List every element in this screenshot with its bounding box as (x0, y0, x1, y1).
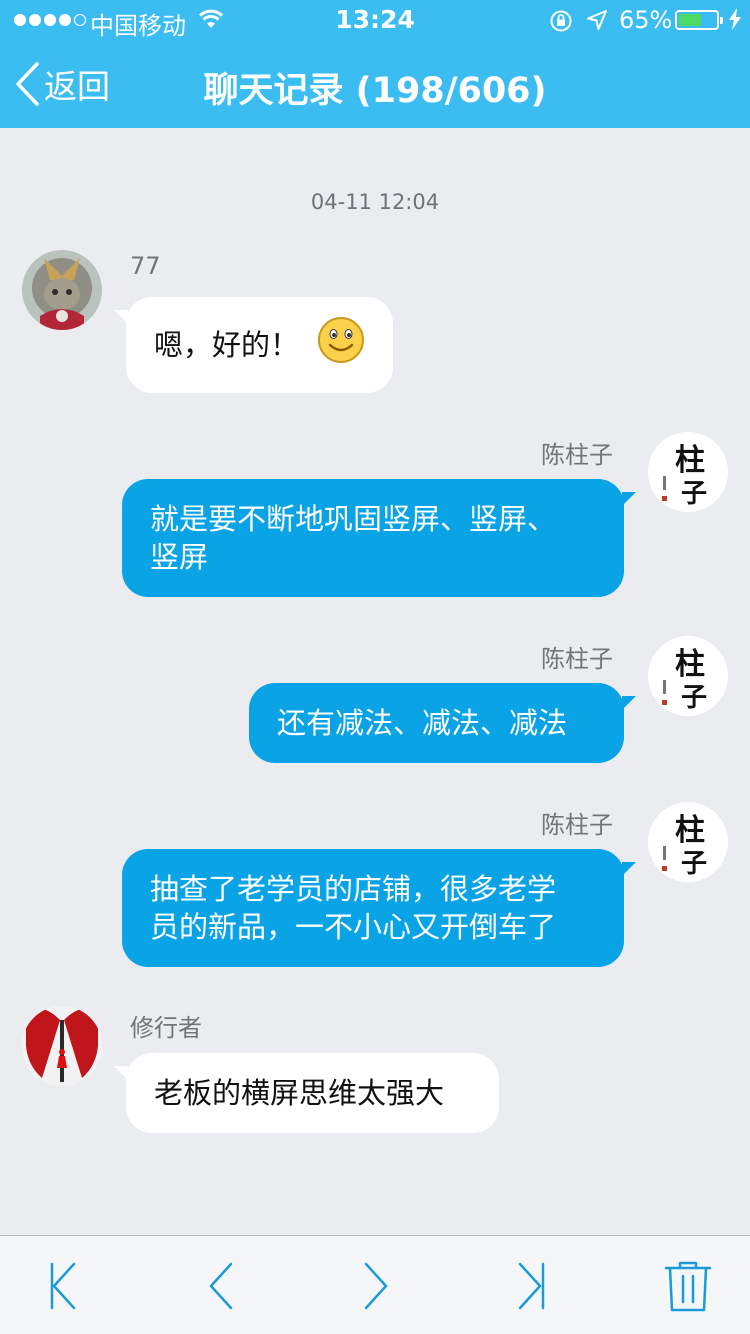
message-bubble[interactable]: 还有减法、减法、减法 (249, 683, 624, 763)
svg-text:柱: 柱 (675, 813, 705, 848)
location-arrow-icon (587, 10, 607, 30)
bubble-tail (622, 492, 636, 506)
prev-page-icon (209, 1262, 233, 1310)
first-page-icon (50, 1262, 76, 1310)
battery-percentage: 65% (619, 6, 673, 34)
delete-button[interactable] (658, 1260, 718, 1312)
bubble-tail (622, 696, 636, 710)
sender-name: 77 (130, 252, 161, 280)
svg-text:子: 子 (681, 479, 707, 509)
sender-name: 陈柱子 (541, 441, 613, 469)
nav-header: 中国移动 13:24 65% 返回 聊天记录 (198/606) (0, 0, 750, 128)
svg-text:子: 子 (681, 849, 707, 879)
rotation-lock-icon (550, 10, 572, 32)
message-bubble[interactable]: 老板的横屏思维太强大 (126, 1053, 499, 1133)
message-text-line: 就是要不断地巩固竖屏、竖屏、 (150, 502, 557, 536)
smile-emoji-icon (318, 317, 364, 363)
message-bubble[interactable]: 嗯，好的！ (126, 297, 393, 393)
trash-icon (664, 1261, 712, 1312)
bubble-tail (622, 862, 636, 876)
sender-name: 陈柱子 (541, 645, 613, 673)
message-bubble[interactable]: 就是要不断地巩固竖屏、竖屏、 竖屏 (122, 479, 624, 597)
page-title: 聊天记录 (198/606) (203, 71, 547, 111)
message-timestamp: 04-11 12:04 (310, 190, 440, 214)
charging-bolt-icon (729, 8, 741, 30)
prev-page-button[interactable] (194, 1260, 254, 1312)
avatar-chenzhuzi[interactable]: 柱 子 (648, 636, 728, 716)
avatar-chenzhuzi[interactable]: 柱 子 (648, 432, 728, 512)
sender-name: 修行者 (130, 1014, 202, 1042)
message-text: 嗯，好的！ (154, 328, 300, 362)
svg-text:柱: 柱 (675, 443, 705, 478)
message-text-line: 员的新品，一不小心又开倒车了 (150, 910, 557, 944)
next-page-icon (364, 1262, 388, 1310)
message-text: 还有减法、减法、减法 (277, 706, 568, 740)
battery-icon (675, 10, 723, 30)
svg-text:子: 子 (681, 683, 707, 713)
avatar-77[interactable] (22, 250, 102, 330)
sender-name: 陈柱子 (541, 811, 613, 839)
bottom-toolbar (0, 1235, 750, 1334)
message-text: 老板的横屏思维太强大 (154, 1076, 445, 1110)
last-page-button[interactable] (502, 1260, 562, 1312)
avatar-chenzhuzi[interactable]: 柱 子 (648, 802, 728, 882)
avatar-xiuxingzhe[interactable] (22, 1006, 102, 1086)
status-bar: 中国移动 13:24 65% (0, 0, 750, 40)
last-page-icon (518, 1262, 545, 1310)
message-bubble[interactable]: 抽查了老学员的店铺，很多老学 员的新品，一不小心又开倒车了 (122, 849, 624, 967)
message-text-line: 抽查了老学员的店铺，很多老学 (150, 872, 557, 906)
message-text-line: 竖屏 (150, 540, 209, 574)
svg-text:柱: 柱 (675, 647, 705, 682)
next-page-button[interactable] (346, 1260, 406, 1312)
first-page-button[interactable] (34, 1260, 94, 1312)
